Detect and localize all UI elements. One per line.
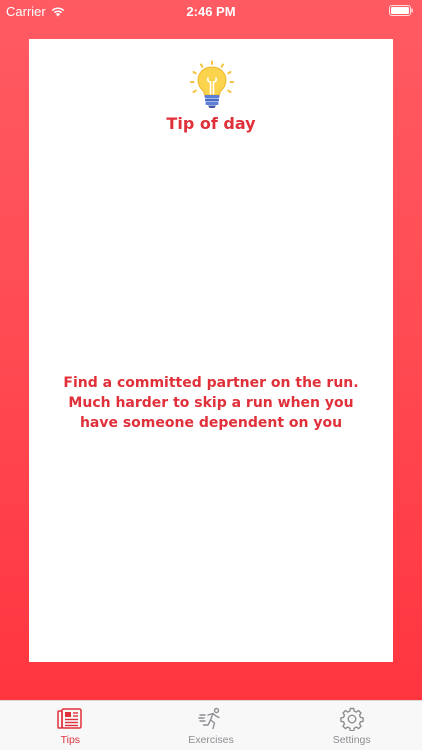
tab-exercises-label: Exercises [188,734,234,746]
gear-icon [339,707,364,731]
runner-icon [198,707,220,730]
tab-bar: Tips Exercises Settings [0,700,422,750]
battery-icon [389,5,413,16]
status-bar: Carrier 2:46 PM [0,0,422,24]
card-title: Tip of day [166,114,256,133]
tip-card: Tip of day Find a committed partner on t… [29,39,393,662]
lightbulb-icon [190,60,234,108]
tip-text: Find a committed partner on the run. Muc… [63,375,359,431]
tab-tips-label: Tips [60,734,81,746]
status-time: 2:46 PM [186,4,236,19]
tab-settings[interactable]: Settings [281,701,422,750]
tab-tips[interactable]: Tips [0,701,141,750]
tab-settings-label: Settings [332,734,371,746]
newspaper-icon [57,708,83,729]
app-screen: Carrier 2:46 PM Tip of day Find a commit… [0,0,422,700]
tab-exercises[interactable]: Exercises [141,701,282,750]
